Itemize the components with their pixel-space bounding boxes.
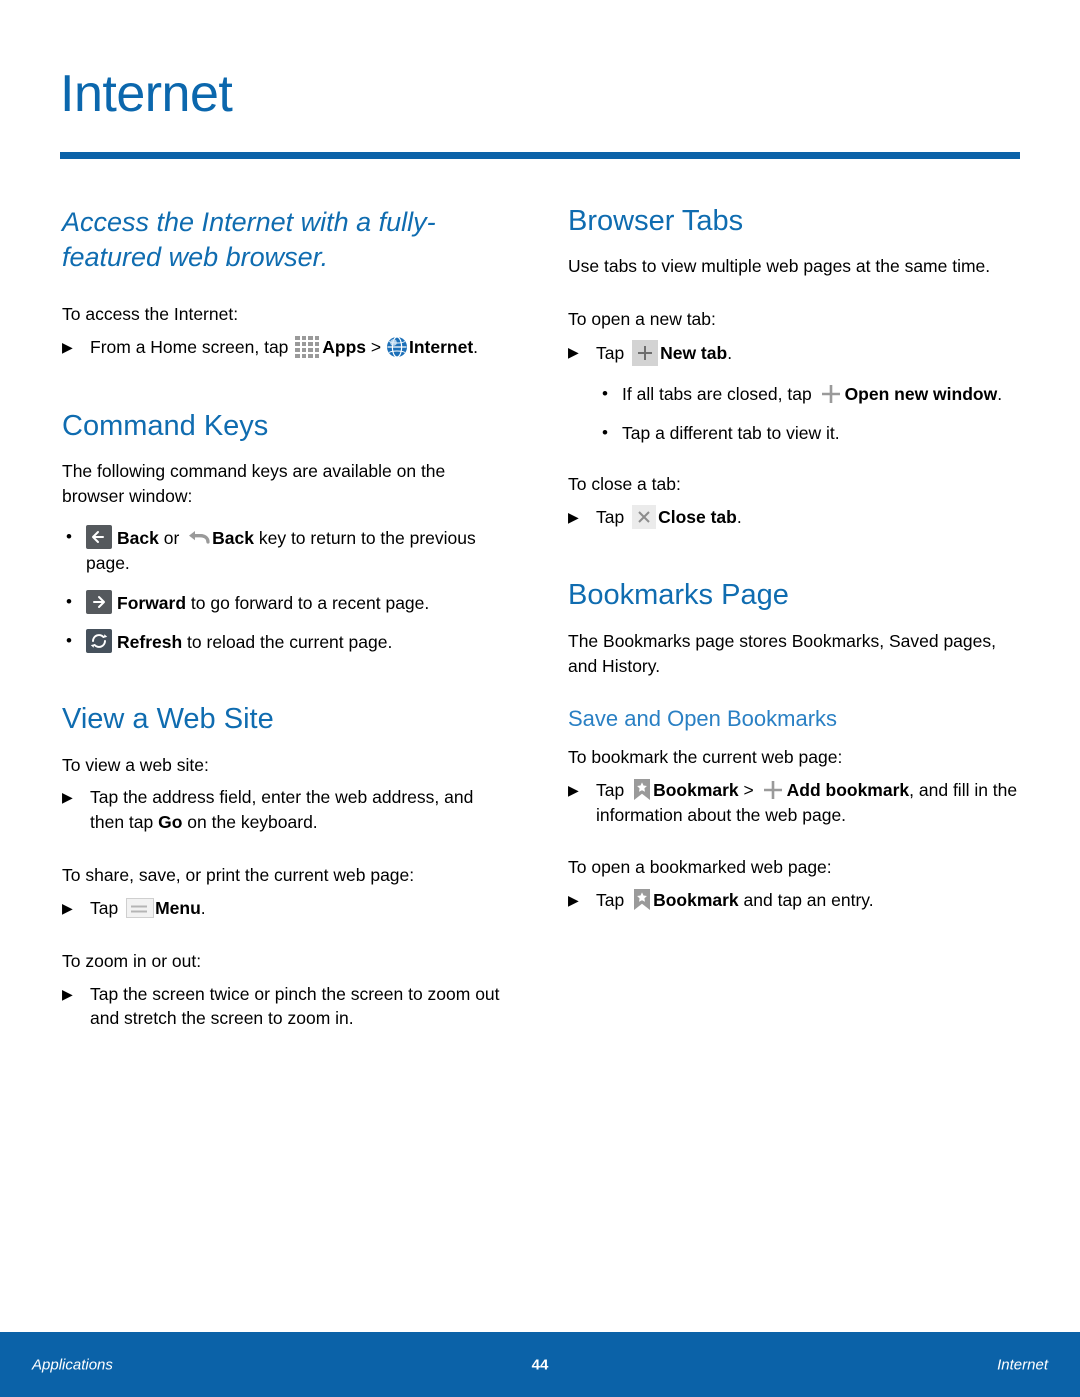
or-text: or xyxy=(158,527,185,548)
share-intro: To share, save, or print the current web… xyxy=(62,865,415,886)
close-tab-post: . xyxy=(736,506,742,527)
new-tab-pre: Tap xyxy=(596,343,630,364)
footer-chapter-label: Internet xyxy=(997,1356,1048,1373)
open-bookmark-label: Bookmark xyxy=(653,890,739,911)
plus-icon xyxy=(819,382,843,406)
bullet-marker: • xyxy=(66,526,72,546)
view-step-post: on the keyboard. xyxy=(182,812,318,833)
step-access-internet: ▶ From a Home screen, tap Apps > Interne… xyxy=(62,335,512,360)
step-close-tab: ▶ Tap Close tab. xyxy=(568,504,1018,530)
step-end: . xyxy=(473,336,479,357)
bookmark-star-icon xyxy=(632,778,652,802)
apps-grid-icon xyxy=(295,335,320,358)
command-keys-body: The following command keys are available… xyxy=(62,461,446,506)
section-heading-bookmarks-page: Bookmarks Page xyxy=(568,579,789,612)
back-label: Back xyxy=(117,527,159,548)
step-add-bookmark: ▶ Tap Bookmark > Add bookmark, and fill … xyxy=(568,778,1018,828)
forward-arrow-icon xyxy=(86,589,112,614)
close-tab-intro: To close a tab: xyxy=(568,473,681,494)
bullet-back: • Back or Back key to return to the prev… xyxy=(62,524,512,576)
bullet-tap-different-tab: • Tap a different tab to view it. xyxy=(598,421,1018,446)
close-x-icon xyxy=(632,504,657,529)
triangle-marker: ▶ xyxy=(568,508,579,525)
right-column: Browser Tabs Use tabs to view multiple w… xyxy=(568,205,1018,929)
forward-label: Forward xyxy=(117,592,187,613)
step-gt: > xyxy=(366,336,386,357)
bookmark-label: Bookmark xyxy=(653,779,739,800)
header-divider xyxy=(60,152,1020,159)
section-heading-view-web-site: View a Web Site xyxy=(62,703,274,736)
menu-label: Menu xyxy=(155,897,201,918)
open-bookmark-pre: Tap xyxy=(596,890,630,911)
view-intro: To view a web site: xyxy=(62,754,209,775)
step-share-menu: ▶ Tap Menu. xyxy=(62,896,512,921)
forward-rest: to go forward to a recent page. xyxy=(186,592,430,613)
bullet-open-new-window: • If all tabs are closed, tap Open new w… xyxy=(598,382,1018,407)
lead-paragraph: Access the Internet with a fully-feature… xyxy=(62,207,436,272)
step-text-pre: From a Home screen, tap xyxy=(90,336,294,357)
go-label: Go xyxy=(158,812,183,833)
section-heading-command-keys: Command Keys xyxy=(62,409,269,442)
tap-different-tab-text: Tap a different tab to view it. xyxy=(622,422,840,443)
step-new-tab: ▶ Tap New tab. xyxy=(568,340,1018,367)
add-bookmark-label: Add bookmark xyxy=(786,779,910,800)
subsection-heading-save-open-bookmarks: Save and Open Bookmarks xyxy=(568,706,838,732)
bullet-marker: • xyxy=(602,422,608,442)
page-footer: Applications 44 Internet xyxy=(0,1332,1080,1397)
open-new-window-pre: If all tabs are closed, tap xyxy=(622,384,817,405)
bullet-marker: • xyxy=(602,384,608,404)
refresh-icon xyxy=(86,629,112,654)
manual-page: Internet Access the Internet with a full… xyxy=(0,0,1080,1397)
refresh-rest: to reload the current page. xyxy=(182,632,393,653)
new-tab-post: . xyxy=(727,343,733,364)
page-title: Internet xyxy=(60,65,233,123)
open-bookmark-post: and tap an entry. xyxy=(738,890,874,911)
close-tab-pre: Tap xyxy=(596,506,630,527)
internet-label: Internet xyxy=(408,336,474,357)
triangle-marker: ▶ xyxy=(62,789,73,806)
bookmark-star-icon xyxy=(632,888,652,912)
bullet-forward: • Forward to go forward to a recent page… xyxy=(62,589,512,616)
triangle-marker: ▶ xyxy=(62,899,73,916)
refresh-label: Refresh xyxy=(117,632,183,653)
bookmark-gt: > xyxy=(738,779,759,800)
triangle-marker: ▶ xyxy=(62,985,73,1002)
bullet-marker: • xyxy=(66,591,72,611)
step-open-bookmark: ▶ Tap Bookmark and tap an entry. xyxy=(568,888,1018,913)
menu-icon xyxy=(126,897,155,918)
plus-icon xyxy=(761,778,785,802)
share-step-pre: Tap xyxy=(90,897,124,918)
back-key-icon xyxy=(186,528,212,548)
step-zoom: ▶ Tap the screen twice or pinch the scre… xyxy=(62,982,512,1032)
footer-page-number: 44 xyxy=(531,1356,549,1373)
triangle-marker: ▶ xyxy=(62,338,73,355)
bullet-refresh: • Refresh to reload the current page. xyxy=(62,629,512,655)
zoom-step-text: Tap the screen twice or pinch the screen… xyxy=(90,983,500,1029)
access-intro: To access the Internet: xyxy=(62,304,239,325)
triangle-marker: ▶ xyxy=(568,344,579,361)
bookmark-intro: To bookmark the current web page: xyxy=(568,746,843,767)
browser-tabs-body: Use tabs to view multiple web pages at t… xyxy=(568,256,991,277)
globe-icon xyxy=(386,336,408,358)
back-arrow-icon xyxy=(86,524,112,549)
section-heading-browser-tabs: Browser Tabs xyxy=(568,205,744,237)
apps-label: Apps xyxy=(322,336,367,357)
bullet-marker: • xyxy=(66,631,72,651)
add-bookmark-pre: Tap xyxy=(596,779,630,800)
left-column: Access the Internet with a fully-feature… xyxy=(62,205,512,1047)
open-tab-intro: To open a new tab: xyxy=(568,309,716,330)
open-new-window-label: Open new window xyxy=(844,384,998,405)
plus-square-icon xyxy=(632,340,659,367)
triangle-marker: ▶ xyxy=(568,892,579,909)
step-view-web-site: ▶ Tap the address field, enter the web a… xyxy=(62,785,512,835)
triangle-marker: ▶ xyxy=(568,781,579,798)
backkey-label: Back xyxy=(212,527,254,548)
open-new-window-post: . xyxy=(997,384,1003,405)
new-tab-label: New tab xyxy=(660,343,728,364)
share-step-post: . xyxy=(200,897,206,918)
close-tab-label: Close tab xyxy=(658,506,737,527)
zoom-intro: To zoom in or out: xyxy=(62,950,202,971)
open-bookmark-intro: To open a bookmarked web page: xyxy=(568,857,832,878)
bookmarks-page-body: The Bookmarks page stores Bookmarks, Sav… xyxy=(568,630,996,676)
